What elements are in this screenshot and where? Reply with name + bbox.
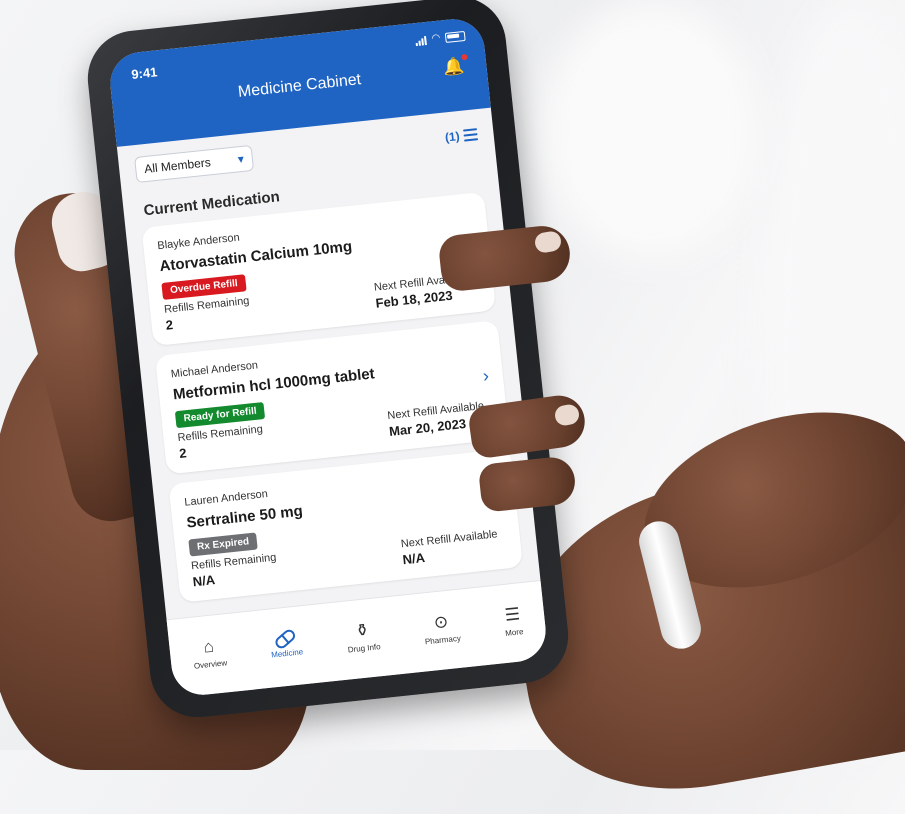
battery-icon xyxy=(444,30,466,43)
tab-medicine[interactable]: Medicine xyxy=(269,626,304,660)
filter-button[interactable]: (1) xyxy=(444,127,479,145)
home-icon: ⌂ xyxy=(202,636,215,657)
next-refill: Next Refill Available N/A xyxy=(400,528,500,567)
tab-more[interactable]: ☰ More xyxy=(502,603,524,638)
page-title: Medicine Cabinet xyxy=(237,71,362,101)
tab-label: Overview xyxy=(193,657,228,671)
status-badge: Rx Expired xyxy=(188,532,258,557)
main-content: All Members ▾ (1) Current Medication Bla… xyxy=(117,108,539,605)
tab-pharmacy[interactable]: ⊙ Pharmacy xyxy=(422,611,462,646)
background-wall-light xyxy=(540,0,760,260)
filter-count: (1) xyxy=(444,129,461,145)
location-pin-icon: ⊙ xyxy=(432,611,450,632)
tab-label: Drug Info xyxy=(347,641,381,655)
phone-screen: 9:41 ◠ Medicine Cabinet 🔔 All Members ▾ … xyxy=(107,16,549,698)
refills-remaining: Refills Remaining 2 xyxy=(164,295,252,333)
medication-card[interactable]: Lauren Anderson Sertraline 50 mg › Rx Ex… xyxy=(168,448,523,603)
signal-icon xyxy=(415,34,428,46)
refills-remaining: Refills Remaining 2 xyxy=(177,423,265,461)
tab-overview[interactable]: ⌂ Overview xyxy=(191,636,227,670)
sliders-icon xyxy=(462,128,479,142)
refills-remaining: Refills Remaining N/A xyxy=(191,552,279,590)
tab-label: More xyxy=(504,626,524,638)
status-icons: ◠ xyxy=(415,30,466,46)
chevron-down-icon: ▾ xyxy=(237,151,245,167)
member-select[interactable]: All Members ▾ xyxy=(134,144,255,184)
tab-label: Pharmacy xyxy=(424,633,462,646)
medication-card[interactable]: Michael Anderson Metformin hcl 1000mg ta… xyxy=(154,320,510,475)
tab-label: Medicine xyxy=(270,646,304,660)
pill-bottle-icon: ⚱ xyxy=(354,619,371,641)
tab-drug-info[interactable]: ⚱ Drug Info xyxy=(345,620,381,654)
menu-icon: ☰ xyxy=(503,603,521,625)
chevron-right-icon[interactable]: › xyxy=(482,365,490,387)
wifi-icon: ◠ xyxy=(431,32,441,45)
left-ring-finger xyxy=(477,455,578,513)
member-select-value: All Members xyxy=(143,155,212,177)
status-time: 9:41 xyxy=(130,64,159,82)
phone: 9:41 ◠ Medicine Cabinet 🔔 All Members ▾ … xyxy=(83,0,573,723)
